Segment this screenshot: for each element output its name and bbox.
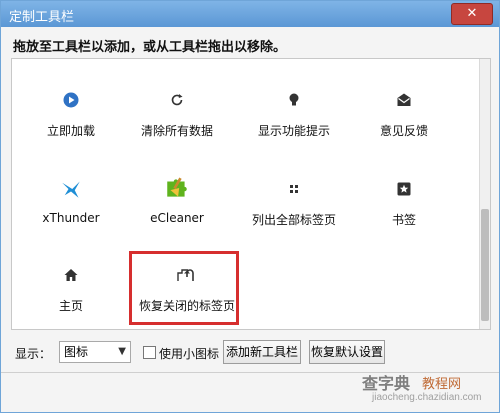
site-watermark: 查字典 教程网 jiaocheng.chazidian.com [358, 366, 498, 412]
watermark-line2: 教程网 [422, 376, 462, 391]
palette-item-label: 主页 [58, 299, 83, 313]
watermark-line3: jiaocheng.chazidian.com [372, 392, 482, 403]
palette-item-label: 列出全部标签页 [251, 213, 336, 227]
toolbar-items-palette: 立即加载 清除所有数据 显示功能提示 意见反馈 xThunder eCleane… [11, 58, 491, 330]
display-mode-select[interactable]: 图标 ▼ [59, 341, 131, 363]
customize-toolbar-dialog: 定制工具栏 ✕ 拖放至工具栏以添加，或从工具栏拖出以移除。 立即加载 清除所有数… [0, 0, 500, 413]
palette-item-show-tips[interactable]: 显示功能提示 [239, 92, 349, 152]
home-icon [64, 269, 78, 281]
palette-item-ecleaner[interactable]: eCleaner [122, 177, 232, 241]
small-icons-checkbox[interactable] [143, 346, 156, 359]
palette-item-home[interactable]: 主页 [16, 267, 126, 327]
window-title: 定制工具栏 [9, 10, 75, 25]
palette-item-load-now[interactable]: 立即加载 [16, 92, 126, 152]
palette-scrollbar[interactable] [479, 59, 490, 329]
palette-item-label: 显示功能提示 [257, 124, 330, 138]
dialog-bottom-bar: 显示： 图标 ▼ 使用小图标 添加新工具栏 恢复默认设置 [1, 337, 499, 367]
display-mode-value: 图标 [64, 345, 89, 359]
restore-defaults-button[interactable]: 恢复默认设置 [309, 340, 385, 364]
palette-item-label: 意见反馈 [379, 124, 428, 138]
envelope-icon [397, 93, 411, 106]
instructions-text: 拖放至工具栏以添加，或从工具栏拖出以移除。 [13, 40, 287, 55]
title-bar: 定制工具栏 ✕ [1, 1, 499, 27]
palette-item-feedback[interactable]: 意见反馈 [349, 92, 459, 152]
display-label: 显示： [15, 347, 52, 361]
palette-item-label: 清除所有数据 [140, 124, 213, 138]
palette-item-list-all-tabs[interactable]: 列出全部标签页 [239, 181, 349, 241]
add-toolbar-button[interactable]: 添加新工具栏 [223, 340, 301, 364]
palette-item-xthunder[interactable]: xThunder [16, 181, 126, 241]
chevron-down-icon: ▼ [118, 346, 126, 357]
small-icons-label: 使用小图标 [159, 347, 220, 361]
grid-dots-icon [290, 185, 298, 193]
palette-item-label: 书签 [391, 213, 416, 227]
highlight-box [129, 251, 239, 325]
play-icon [63, 92, 79, 108]
thunder-bird-icon [62, 181, 80, 198]
palette-item-clear-all-data[interactable]: 清除所有数据 [122, 92, 232, 152]
lightbulb-icon [289, 93, 299, 106]
scrollbar-thumb[interactable] [481, 209, 489, 321]
watermark-line1: 查字典 [362, 376, 411, 393]
refresh-icon [171, 94, 183, 106]
close-button[interactable]: ✕ [451, 3, 493, 25]
palette-item-label: eCleaner [150, 211, 204, 225]
palette-item-label: xThunder [42, 211, 100, 225]
palette-item-label: 立即加载 [46, 124, 95, 138]
star-icon [397, 182, 411, 196]
broom-puzzle-icon [167, 177, 187, 197]
palette-item-bookmarks[interactable]: 书签 [349, 181, 459, 241]
